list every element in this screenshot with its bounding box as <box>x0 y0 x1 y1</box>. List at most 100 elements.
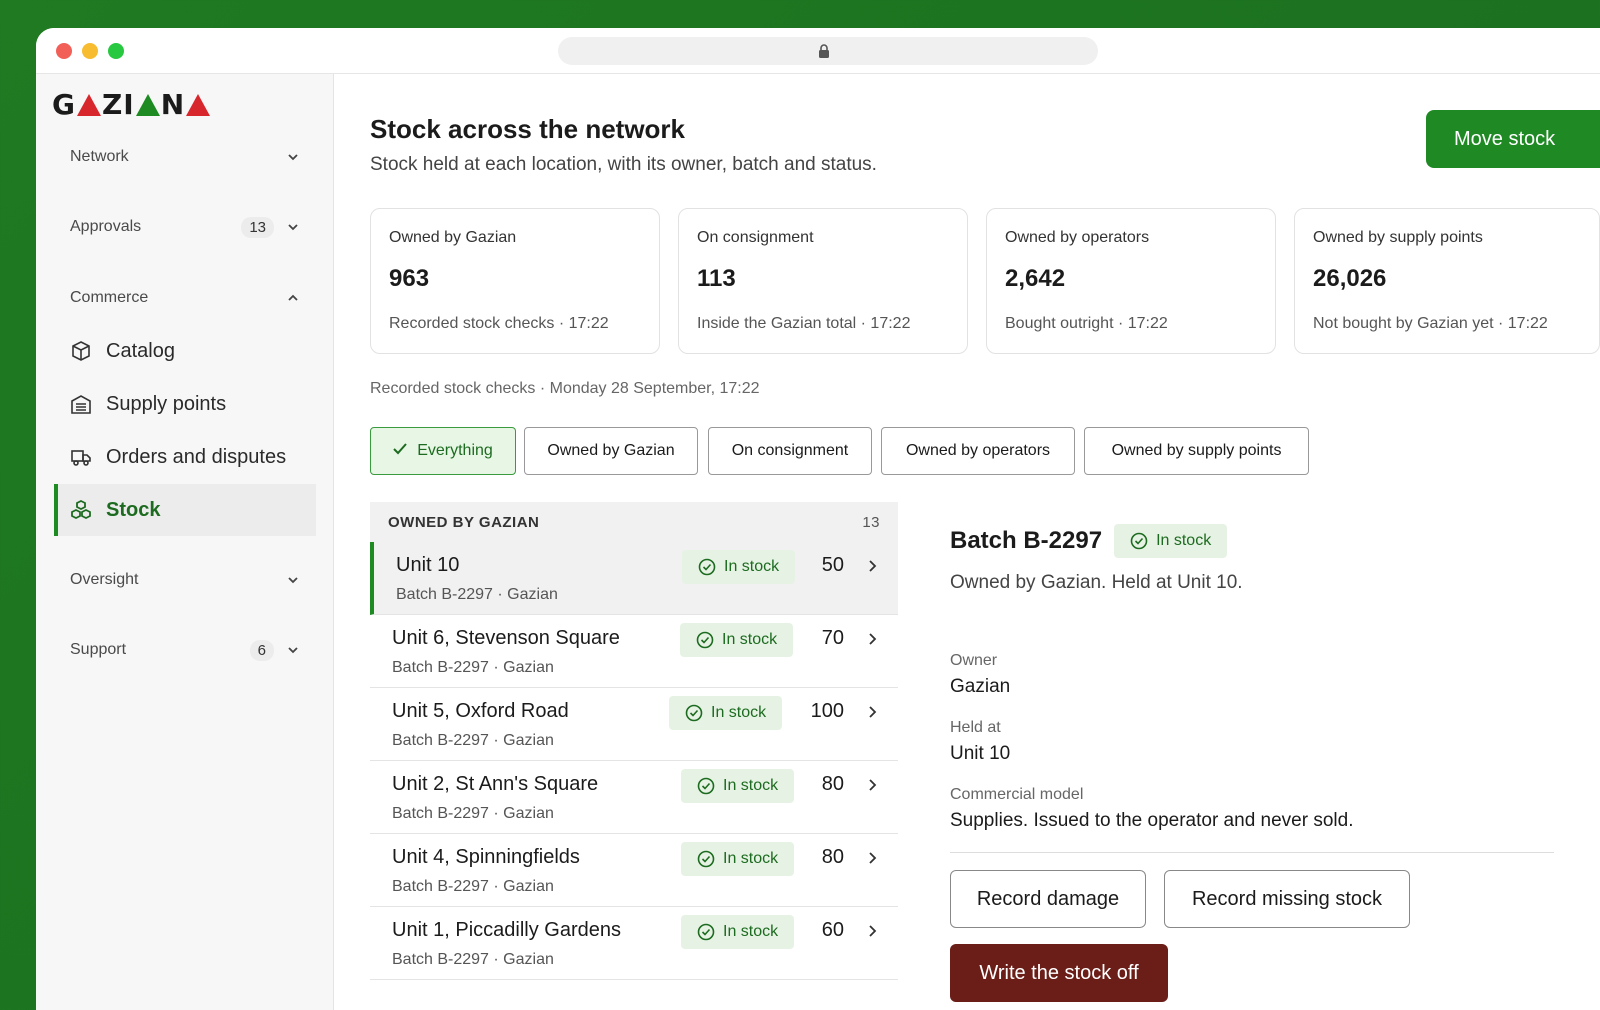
maximize-window-button[interactable] <box>108 43 124 59</box>
chevron-down-icon <box>288 577 298 584</box>
chevron-right-icon <box>869 779 877 791</box>
check-circle-icon <box>696 631 714 649</box>
status-text: In stock <box>722 631 778 648</box>
batch-info: Batch B-2297 · Gazian <box>396 586 558 603</box>
status-badge: In stock <box>681 915 795 949</box>
chevron-right-icon <box>869 925 877 937</box>
filter-label: Owned by Gazian <box>547 442 675 459</box>
status-badge: In stock <box>681 769 795 803</box>
filter-owned-by-gazian[interactable]: Owned by Gazian <box>524 427 698 475</box>
quantity: 70 <box>821 627 844 649</box>
move-stock-button[interactable]: Move stock <box>1426 110 1600 168</box>
batch-info: Batch B-2297 · Gazian <box>392 805 554 822</box>
owner-field: Owner Gazian <box>950 652 1010 698</box>
stock-list: OWNED BY GAZIAN 13 Unit 10 Batch B-2297 … <box>370 502 898 980</box>
chevron-down-icon <box>288 647 298 654</box>
card-value: 963 <box>389 265 430 292</box>
list-group-header: OWNED BY GAZIAN 13 <box>370 502 898 542</box>
status-badge: In stock <box>669 696 783 730</box>
status-text: In stock <box>723 850 779 867</box>
close-window-button[interactable] <box>56 43 72 59</box>
list-item[interactable]: Unit 2, St Ann's Square Batch B-2297 · G… <box>370 761 898 834</box>
check-icon <box>393 442 407 460</box>
card-value: 113 <box>697 265 736 292</box>
summary-card-owned-by-gazian: Owned by Gazian 963 Recorded stock check… <box>370 208 660 354</box>
card-title: Owned by operators <box>1005 229 1150 246</box>
sidebar-section-commerce[interactable]: Commerce <box>70 283 300 313</box>
chevron-right-icon <box>869 560 877 572</box>
sidebar-item-label: Supply points <box>106 392 227 415</box>
batch-info: Batch B-2297 · Gazian <box>392 951 554 968</box>
page-title: Stock across the network <box>370 114 685 144</box>
list-item[interactable]: Unit 10 Batch B-2297 · Gazian In stock 5… <box>370 542 898 615</box>
status-text: In stock <box>724 558 780 575</box>
batch-info: Batch B-2297 · Gazian <box>392 659 554 676</box>
address-bar[interactable] <box>558 37 1098 65</box>
sidebar-section-support[interactable]: Support 6 <box>70 635 300 665</box>
support-count-badge: 6 <box>249 639 274 661</box>
list-item[interactable]: Unit 4, Spinningfields Batch B-2297 · Ga… <box>370 834 898 907</box>
filter-label: Owned by supply points <box>1111 442 1282 459</box>
card-title: Owned by Gazian <box>389 229 517 246</box>
minimize-window-button[interactable] <box>82 43 98 59</box>
sidebar-section-oversight[interactable]: Oversight <box>70 565 300 595</box>
main-content: Stock across the network Stock held at e… <box>334 74 1600 1010</box>
sidebar-section-network[interactable]: Network <box>70 142 300 172</box>
list-item[interactable]: Unit 1, Piccadilly Gardens Batch B-2297 … <box>370 907 898 980</box>
chevron-up-icon <box>288 294 298 301</box>
batch-info: Batch B-2297 · Gazian <box>392 732 554 749</box>
detail-title: Batch B-2297 <box>950 527 1103 554</box>
sidebar-item-supply-points[interactable]: Supply points <box>54 378 316 430</box>
status-badge: In stock <box>682 550 796 584</box>
sidebar-item-catalog[interactable]: Catalog <box>54 325 316 377</box>
sidebar: G ZI N Network Approvals 13 Commerce Catal… <box>36 74 334 1010</box>
box-icon <box>70 340 92 362</box>
sidebar-item-stock[interactable]: Stock <box>54 484 316 536</box>
card-subtitle: Recorded stock checks · 17:22 <box>389 315 609 332</box>
location-name: Unit 4, Spinningfields <box>392 846 580 868</box>
list-item[interactable]: Unit 5, Oxford Road Batch B-2297 · Gazia… <box>370 688 898 761</box>
sidebar-section-approvals[interactable]: Approvals 13 <box>70 212 300 242</box>
filter-label: On consignment <box>731 442 849 459</box>
brand-logo[interactable]: G ZI N <box>52 88 211 121</box>
commercial-model-field: Commercial model Supplies. Issued to the… <box>950 786 1353 832</box>
filter-everything[interactable]: Everything <box>370 427 516 475</box>
sidebar-item-label: Orders and disputes <box>106 445 287 468</box>
sidebar-section-label: Oversight <box>70 571 139 588</box>
group-count: 13 <box>862 513 880 531</box>
write-off-button[interactable]: Write the stock off <box>950 944 1168 1002</box>
check-circle-icon <box>697 923 715 941</box>
sidebar-item-orders-and-disputes[interactable]: Orders and disputes <box>54 431 316 483</box>
list-item[interactable]: Unit 6, Stevenson Square Batch B-2297 · … <box>370 615 898 688</box>
field-value: Gazian <box>950 676 1011 697</box>
filter-owned-by-supply-points[interactable]: Owned by supply points <box>1084 427 1309 475</box>
filter-on-consignment[interactable]: On consignment <box>708 427 872 475</box>
card-value: 2,642 <box>1005 265 1066 292</box>
approvals-count-badge: 13 <box>241 216 274 238</box>
field-label: Held at <box>950 719 1001 736</box>
group-label: OWNED BY GAZIAN <box>388 513 540 531</box>
detail-divider <box>950 852 1554 853</box>
status-text: In stock <box>711 704 767 721</box>
record-missing-stock-button[interactable]: Record missing stock <box>1164 870 1410 928</box>
detail-title-row: Batch B-2297 In stock <box>950 524 1570 558</box>
cubes-icon <box>70 499 92 521</box>
field-label: Commercial model <box>950 786 1084 803</box>
summary-card-on-consignment: On consignment 113 Inside the Gazian tot… <box>678 208 968 354</box>
check-circle-icon <box>685 704 703 722</box>
check-circle-icon <box>1130 532 1148 550</box>
filter-owned-by-operators[interactable]: Owned by operators <box>881 427 1075 475</box>
summary-card-owned-by-supply-points: Owned by supply points 26,026 Not bought… <box>1294 208 1600 354</box>
field-value: Unit 10 <box>950 743 1011 764</box>
chevron-right-icon <box>869 852 877 864</box>
filter-label: Owned by operators <box>905 442 1051 459</box>
record-damage-button[interactable]: Record damage <box>950 870 1146 928</box>
chevron-down-icon <box>288 154 298 161</box>
lock-icon <box>818 43 830 64</box>
quantity: 80 <box>821 846 844 868</box>
check-circle-icon <box>698 558 716 576</box>
held-at-field: Held at Unit 10 <box>950 719 1010 765</box>
sidebar-section-label: Approvals <box>70 218 142 235</box>
sidebar-item-label: Catalog <box>106 339 175 362</box>
title-bar <box>36 28 1600 74</box>
